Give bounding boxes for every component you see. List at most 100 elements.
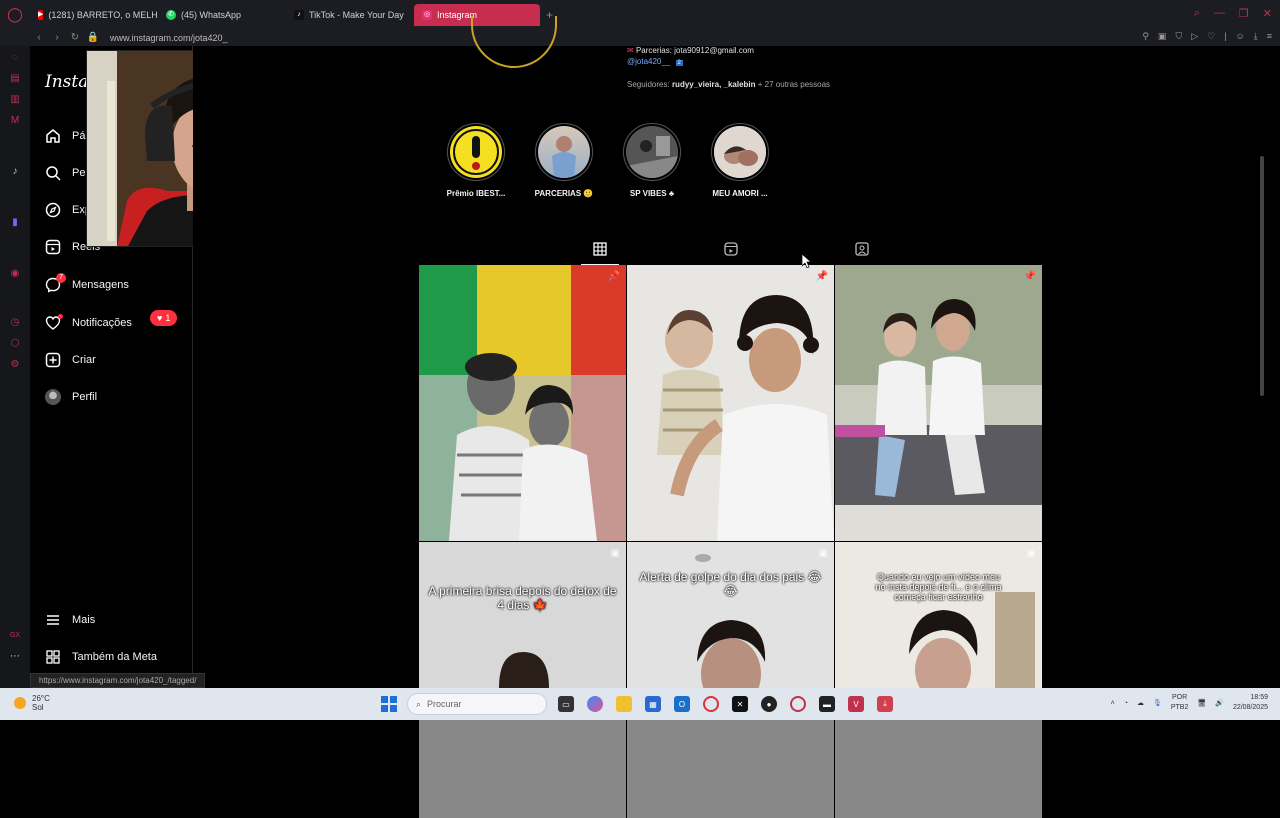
network-icon[interactable]: 🖥 [1197,699,1206,707]
reel-icon: ▣ [610,548,620,559]
grid-icon [593,242,607,256]
post-image [627,542,834,710]
back-icon[interactable]: ‹ [30,32,48,43]
download-icon[interactable]: ⤓ [1254,31,1258,42]
sidebar-item-profile[interactable]: Perfil [44,388,97,406]
tagged-icon [855,242,869,256]
outlook-icon[interactable]: O [674,696,690,712]
terminal-icon[interactable]: ▬ [819,696,835,712]
play-icon[interactable]: ▷ [1191,31,1198,42]
weather-widget[interactable]: 26°C Sol [14,694,50,712]
post-tile[interactable]: Alerta de golpe do dia dos pais 😂😂 ▣ [627,542,834,818]
profile-handle-link[interactable]: @jota420__ 2 [627,57,683,66]
ai-icon[interactable]: ◌ [9,52,21,64]
search-tabs-icon[interactable]: ⌕ [1194,7,1200,20]
reels-icon [44,238,62,256]
file-explorer-icon[interactable] [616,696,632,712]
page-scrollbar[interactable] [1260,156,1264,396]
messenger-icon: 7 [44,273,66,294]
hamburger-icon [44,611,62,629]
tab-youtube[interactable]: ▶ (1281) BARRETO, o MELH [30,4,158,26]
highlight-cover [538,126,590,178]
sun-icon [14,697,26,709]
opera-sidebar: ◌ ▤ ▥ M ♪ ▮ ◉ ◷ ⬡ ⚙ GX ⋯ [0,46,30,688]
wifi-icon[interactable]: ◔ [1124,700,1128,707]
settings-icon[interactable]: ⚙ [9,359,21,371]
app-red-icon[interactable]: V [848,696,864,712]
post-tile[interactable]: 📌 [627,265,834,541]
tab-posts[interactable] [581,241,619,265]
messenger-app-icon[interactable]: M [9,115,21,127]
sidebar-item-search[interactable]: Pes [44,164,91,182]
more-options-icon[interactable]: ⋯ [9,651,21,663]
language-indicator[interactable]: POR PTB2 [1171,693,1189,713]
clock[interactable]: 18:59 22/08/2025 [1233,693,1268,713]
copilot-icon[interactable] [587,696,603,712]
highlight-sp-vibes[interactable]: SP VIBES ♣ [617,123,687,198]
store-icon[interactable]: ▦ [645,696,661,712]
minimize-icon[interactable]: — [1214,7,1225,20]
workspaces-icon[interactable]: ▤ [9,73,21,85]
notification-pill[interactable]: ♥ 1 [150,310,178,326]
menu-icon[interactable]: ≡ [1267,31,1272,42]
microphone-icon[interactable]: 🎙 [1153,699,1162,707]
sidebar-item-home[interactable]: Pág [44,127,92,145]
shield-icon[interactable]: ⛉ [1175,31,1182,42]
post-image [419,265,626,541]
twitch-icon[interactable]: ▮ [9,217,21,229]
opera-logo-icon[interactable]: ◯ [0,0,30,29]
profile-icon[interactable]: ☺ [1236,31,1245,42]
profile-main: ✉ Parcerias: jota90912@gmail.com @jota42… [193,16,1268,818]
gx-icon[interactable]: GX [9,630,21,642]
tab-whatsapp[interactable]: ✆ (45) WhatsApp [158,4,286,26]
pin-icon[interactable]: ⚲ [1142,31,1149,42]
url-field[interactable]: www.instagram.com/jota420_ [110,33,228,43]
tab-reels[interactable] [723,241,739,257]
sidebar-item-notifications[interactable]: Notificações ♥ 1 [44,310,178,332]
highlight-cover [626,126,678,178]
tray-chevron-icon[interactable]: ˄ [1111,700,1115,707]
task-view-icon[interactable]: ▭ [558,696,574,712]
sidebar-item-meta[interactable]: Também da Meta [44,648,157,666]
maximize-icon[interactable]: ❐ [1239,7,1249,20]
taskbar-search-input[interactable]: ⌕ Procurar [407,693,547,715]
volume-icon[interactable]: 🔊 [1215,699,1224,707]
windows-taskbar: 26°C Sol ⌕ Procurar ▭ ▦ O ✕ ● ▬ V ⤓ ˄ ◔ … [0,688,1280,720]
tab-tiktok[interactable]: ♪ TikTok - Make Your Day [286,4,414,26]
player-icon[interactable]: ◉ [9,268,21,280]
highlight-cover [714,126,766,178]
highlight-meu-amor[interactable]: MEU AMORI ... [705,123,775,198]
close-icon[interactable]: ✕ [1263,7,1272,20]
sidebar-item-messages[interactable]: 7 Mensagens [44,273,129,294]
capcut-icon[interactable]: ✕ [732,696,748,712]
opera-gx-icon[interactable] [790,696,806,712]
sidebar-item-explore[interactable]: Exp [44,201,91,219]
app-download-icon[interactable]: ⤓ [877,696,893,712]
sidebar-item-more[interactable]: Mais [44,611,95,629]
reload-icon[interactable]: ↻ [66,32,84,43]
highlight-premio[interactable]: Prêmio IBEST... [441,123,511,198]
history-icon[interactable]: ◷ [9,317,21,329]
address-bar: ‹ › ↻ 🔒 www.instagram.com/jota420_ ⚲ ▣ ⛉… [0,29,1280,46]
profile-picture[interactable] [471,16,557,68]
sidebar-item-create[interactable]: Criar [44,351,96,369]
envelope-icon: ✉ [627,46,636,55]
heart-icon[interactable]: ♡ [1207,31,1215,42]
post-tile[interactable]: A primeira brisa depois do detox de 4 di… [419,542,626,818]
obs-icon[interactable]: ● [761,696,777,712]
post-tile[interactable]: Quando eu vejo um vídeo meu no insta dep… [835,542,1042,818]
post-tile[interactable]: 📌 [419,265,626,541]
forward-icon[interactable]: › [48,32,66,43]
post-tile[interactable]: 📌 [835,265,1042,541]
extensions-icon[interactable]: ⬡ [9,338,21,350]
onedrive-icon[interactable]: ☁ [1137,699,1144,707]
tiktok-app-icon[interactable]: ♪ [9,166,21,178]
highlight-parcerias[interactable]: PARCERIAS 🙂 [529,123,599,198]
followers-line[interactable]: Seguidores: rudyy_vieira, _kalebin + 27 … [627,80,830,89]
snapshot-icon[interactable]: ▣ [1158,31,1167,42]
start-button[interactable] [381,696,397,712]
opera-icon[interactable] [703,696,719,712]
heart-icon [44,314,63,332]
bookmarks-icon[interactable]: ▥ [9,94,21,106]
tab-tagged[interactable] [854,241,870,257]
